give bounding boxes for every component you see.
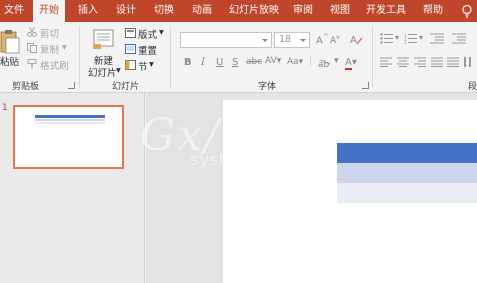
distributed-icon[interactable] (447, 57, 459, 67)
numbering-chevron-down-icon[interactable]: ▾ (419, 33, 423, 42)
paragraph-group-label: 段 (468, 82, 477, 92)
tab-file[interactable]: 文件 (0, 0, 28, 22)
copy-button[interactable]: 复制 (40, 42, 59, 56)
table-header-row[interactable] (337, 143, 477, 163)
reset-icon (125, 44, 136, 54)
new-slide-chevron-down-icon[interactable]: ▾ (116, 65, 121, 76)
text-shadow-button[interactable]: S (232, 57, 238, 68)
change-case-button[interactable]: Aa▾ (287, 57, 303, 67)
watermark-text: system (190, 150, 254, 169)
ribbon-tab-bar: 文件 开始 插入 设计 切换 动画 幻灯片放映 审阅 视图 开发工具 帮助 (0, 0, 477, 22)
tab-insert[interactable]: 插入 (73, 0, 103, 22)
font-color-button[interactable]: A▾ (345, 57, 357, 70)
table-row[interactable] (337, 163, 477, 183)
format-painter-icon (27, 59, 37, 69)
section-icon (125, 60, 136, 70)
font-name-combobox[interactable] (180, 32, 272, 48)
cut-button[interactable]: 剪切 (40, 26, 59, 40)
tab-animations[interactable]: 动画 (187, 0, 217, 22)
decrease-indent-icon[interactable] (430, 33, 444, 44)
scissors-icon (27, 27, 37, 37)
tab-design[interactable]: 设计 (111, 0, 141, 22)
group-divider (372, 26, 373, 88)
table-row[interactable] (337, 183, 477, 203)
grow-font-button[interactable]: A^ (316, 33, 329, 46)
highlight-icon[interactable]: ab (318, 58, 332, 68)
layout-button[interactable]: 版式 (138, 27, 157, 41)
tab-transitions[interactable]: 切换 (149, 0, 179, 22)
ribbon-home: 粘贴 剪切 复制 ▾ 格式刷 剪贴板 新建 幻灯片 ▾ 版式 ▾ 重置 节 ▾ … (0, 22, 477, 93)
svg-text:A: A (350, 35, 357, 45)
reset-button[interactable]: 重置 (138, 43, 157, 57)
svg-text:3: 3 (404, 40, 407, 44)
columns-icon[interactable] (464, 57, 474, 67)
copy-icon (27, 43, 37, 53)
group-divider (79, 26, 80, 88)
chevron-down-icon[interactable] (262, 39, 268, 42)
slides-group-label: 幻灯片 (112, 82, 140, 92)
group-divider: | (309, 56, 313, 67)
tab-home[interactable]: 开始 (33, 0, 65, 22)
increase-indent-icon[interactable] (452, 33, 466, 44)
strikethrough-button[interactable]: abc (246, 57, 262, 67)
paste-button[interactable]: 粘贴 (0, 54, 19, 68)
bold-button[interactable]: B (184, 57, 192, 68)
tab-developer[interactable]: 开发工具 (362, 0, 410, 22)
new-slide-dropdown[interactable]: 幻灯片 (88, 65, 117, 79)
chevron-down-icon[interactable] (300, 39, 306, 42)
layout-chevron-down-icon[interactable]: ▾ (159, 27, 164, 38)
shrink-font-button[interactable]: Av (330, 34, 340, 46)
numbering-icon[interactable]: 1 2 3 (404, 33, 418, 44)
section-button[interactable]: 节 (138, 59, 148, 73)
tab-review[interactable]: 审阅 (289, 0, 317, 22)
slide-thumbnail[interactable] (13, 105, 124, 169)
clipboard-dialog-launcher-icon[interactable] (68, 82, 75, 89)
align-center-icon[interactable] (397, 57, 409, 67)
align-left-icon[interactable] (380, 57, 392, 67)
section-chevron-down-icon[interactable]: ▾ (149, 59, 154, 70)
justify-icon[interactable] (431, 57, 443, 67)
format-painter-button[interactable]: 格式刷 (40, 58, 69, 72)
font-size-combobox[interactable]: 18 (274, 32, 310, 48)
layout-icon (125, 28, 136, 38)
new-slide-icon[interactable] (93, 28, 115, 50)
font-group-label: 字体 (258, 82, 277, 92)
thumbnail-table-row (35, 119, 105, 121)
bullets-icon[interactable] (380, 33, 394, 44)
clipboard-group-label: 剪贴板 (12, 82, 40, 92)
lightbulb-icon[interactable] (460, 4, 474, 18)
tab-help[interactable]: 帮助 (418, 0, 448, 22)
underline-button[interactable]: U (216, 57, 223, 68)
align-right-icon[interactable] (414, 57, 426, 67)
font-size-value: 18 (279, 34, 292, 45)
highlight-chevron-down-icon[interactable]: ▾ (334, 56, 339, 66)
thumbnail-table-header (35, 115, 105, 118)
paste-icon[interactable] (0, 29, 20, 55)
group-divider (170, 26, 171, 88)
copy-dropdown-icon[interactable]: ▾ (62, 42, 67, 53)
character-spacing-button[interactable]: AV▾ (265, 56, 281, 66)
clear-formatting-icon[interactable]: A (350, 33, 363, 45)
italic-button[interactable]: I (201, 57, 205, 68)
tab-view[interactable]: 视图 (325, 0, 355, 22)
slide-number: 1 (2, 103, 8, 113)
bullets-chevron-down-icon[interactable]: ▾ (395, 33, 399, 42)
thumbnail-table-row (35, 122, 105, 124)
font-dialog-launcher-icon[interactable] (362, 82, 369, 89)
tab-slideshow[interactable]: 幻灯片放映 (225, 0, 283, 22)
